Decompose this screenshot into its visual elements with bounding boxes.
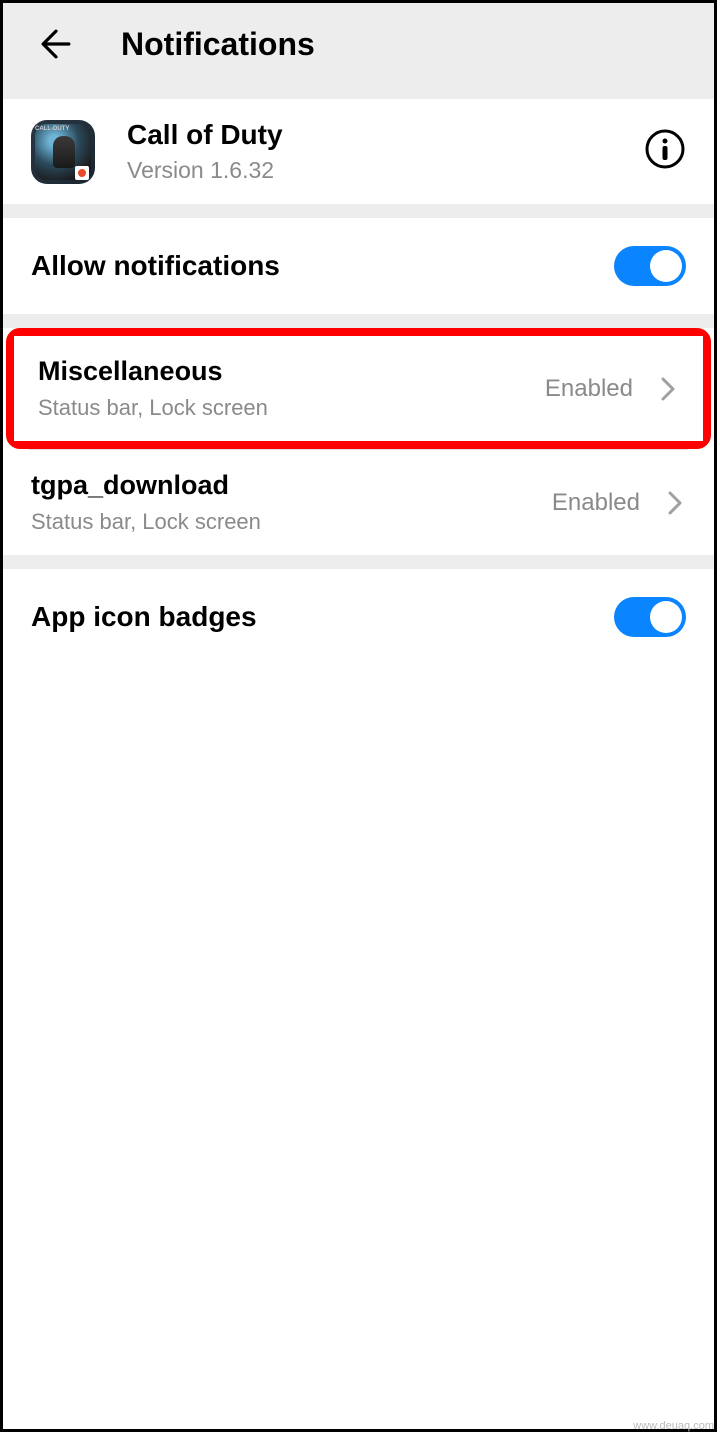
channel-title: tgpa_download: [31, 470, 536, 501]
channel-row-tgpa-download[interactable]: tgpa_download Status bar, Lock screen En…: [3, 450, 714, 555]
section-spacer: [3, 204, 714, 218]
page-title: Notifications: [121, 26, 315, 63]
watermark: www.deuaq.com: [633, 1420, 714, 1432]
section-spacer: [3, 314, 714, 328]
header-bar: Notifications: [3, 3, 714, 85]
section-spacer: [3, 555, 714, 569]
app-name: Call of Duty: [127, 119, 612, 151]
allow-notifications-toggle[interactable]: [614, 246, 686, 286]
allow-notifications-label: Allow notifications: [31, 250, 280, 282]
app-icon-badges-toggle[interactable]: [614, 597, 686, 637]
app-icon: CALL-DUTY: [31, 120, 95, 184]
allow-notifications-row: Allow notifications: [3, 218, 714, 314]
section-spacer: [3, 85, 714, 99]
app-icon-badges-row: App icon badges: [3, 569, 714, 665]
back-button[interactable]: [31, 19, 81, 69]
chevron-right-icon: [664, 489, 686, 517]
info-icon: [644, 128, 686, 170]
app-version: Version 1.6.32: [127, 157, 612, 184]
channel-subtitle: Status bar, Lock screen: [31, 509, 536, 535]
back-arrow-icon: [34, 22, 78, 66]
app-info-row: CALL-DUTY Call of Duty Version 1.6.32: [3, 99, 714, 204]
app-icon-badges-label: App icon badges: [31, 601, 257, 633]
highlight-annotation: Miscellaneous Status bar, Lock screen En…: [6, 328, 711, 449]
channel-status: Enabled: [552, 489, 640, 517]
info-button[interactable]: [644, 128, 686, 175]
chevron-right-icon: [657, 375, 679, 403]
channel-row-miscellaneous[interactable]: Miscellaneous Status bar, Lock screen En…: [14, 336, 703, 441]
channel-status: Enabled: [545, 375, 633, 403]
channel-subtitle: Status bar, Lock screen: [38, 395, 529, 421]
channel-title: Miscellaneous: [38, 356, 529, 387]
